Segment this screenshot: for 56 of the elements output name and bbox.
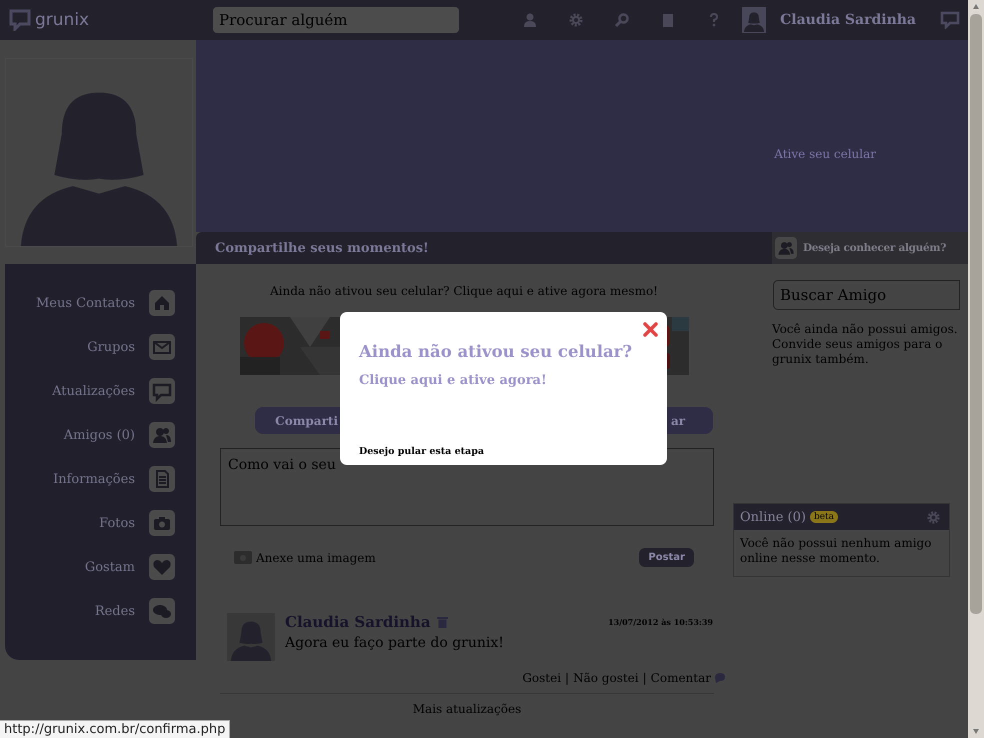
author-avatar [227,613,275,661]
sidebar-item[interactable]: Amigos (0) [5,422,196,448]
action-link[interactable]: Não gostei [573,671,639,685]
modal-title: Ainda não ativou seu celular? [359,342,634,361]
user-avatar[interactable] [742,7,766,33]
sidebar-item[interactable]: Atualizações [5,378,196,404]
skip-link[interactable]: Desejo pular esta etapa [359,446,484,457]
notice-link[interactable]: Ainda não ativou seu celular? Clique aqui e ative agora mesmo! [270,284,658,298]
camera-icon [149,510,175,536]
share-button[interactable]: Comparti [255,407,340,434]
more-updates-link[interactable]: Mais atualizações [220,693,714,716]
chat-icon[interactable] [940,11,960,29]
action-link[interactable]: Gostei [522,671,562,685]
home-icon [149,290,175,316]
bubbles-icon [149,598,175,624]
sidebar-item[interactable]: Gostam [5,554,196,580]
online-title: Online (0) [740,510,806,524]
sidebar-item[interactable]: Redes [5,598,196,624]
share-bar-title: Compartilhe seus momentos! [196,232,772,264]
logo-icon [8,9,32,31]
compose-button[interactable]: ar [667,407,713,434]
sidebar-item[interactable]: Fotos [5,510,196,536]
post-time: 13/07/2012 às 10:53:39 [608,617,713,627]
friend-search-field[interactable]: Buscar Amigo [773,280,960,310]
settings-icon[interactable] [568,12,584,28]
search-icon[interactable] [614,12,630,28]
close-icon[interactable] [643,322,658,337]
people-icon [149,422,175,448]
status-url: http://grunix.com.br/confirma.php [0,720,230,738]
search-field[interactable]: Procurar alguém [213,7,459,33]
separator: | [565,671,570,685]
sidebar-item[interactable]: Meus Contatos [5,290,196,316]
separator: | [642,671,647,685]
camera-icon [234,551,252,564]
attach-image-link[interactable]: Anexe uma imagem [234,550,376,564]
trash-icon[interactable] [436,616,448,628]
doc-icon [149,466,175,492]
user-icon[interactable] [522,12,538,28]
sidebar-item[interactable]: Grupos [5,334,196,360]
user-name[interactable]: Claudia Sardinha [780,12,916,28]
scrollbar[interactable] [968,0,984,738]
activate-phone-link[interactable]: Ative seu celular [774,147,876,161]
online-empty-text: Você não possui nenhum amigo online nesse momento. [738,535,932,567]
logo-text[interactable]: grunix [35,10,90,30]
activate-link[interactable]: Clique aqui e ative agora! [359,373,547,388]
chat-icon [149,378,175,404]
no-friends-text: Você ainda não possui amigos. Convide seus amigos para o grunix também. [772,322,959,367]
mail-icon [149,334,175,360]
people-icon [775,237,797,259]
beta-badge: beta [810,511,838,523]
post-button[interactable]: Postar [639,548,694,567]
sidebar-item[interactable]: Informações [5,466,196,492]
comment-icon [715,673,725,683]
settings-icon[interactable] [926,510,941,524]
action-link[interactable]: Comentar [650,671,711,685]
post-text: Agora eu faço parte do grunix! [285,635,505,651]
